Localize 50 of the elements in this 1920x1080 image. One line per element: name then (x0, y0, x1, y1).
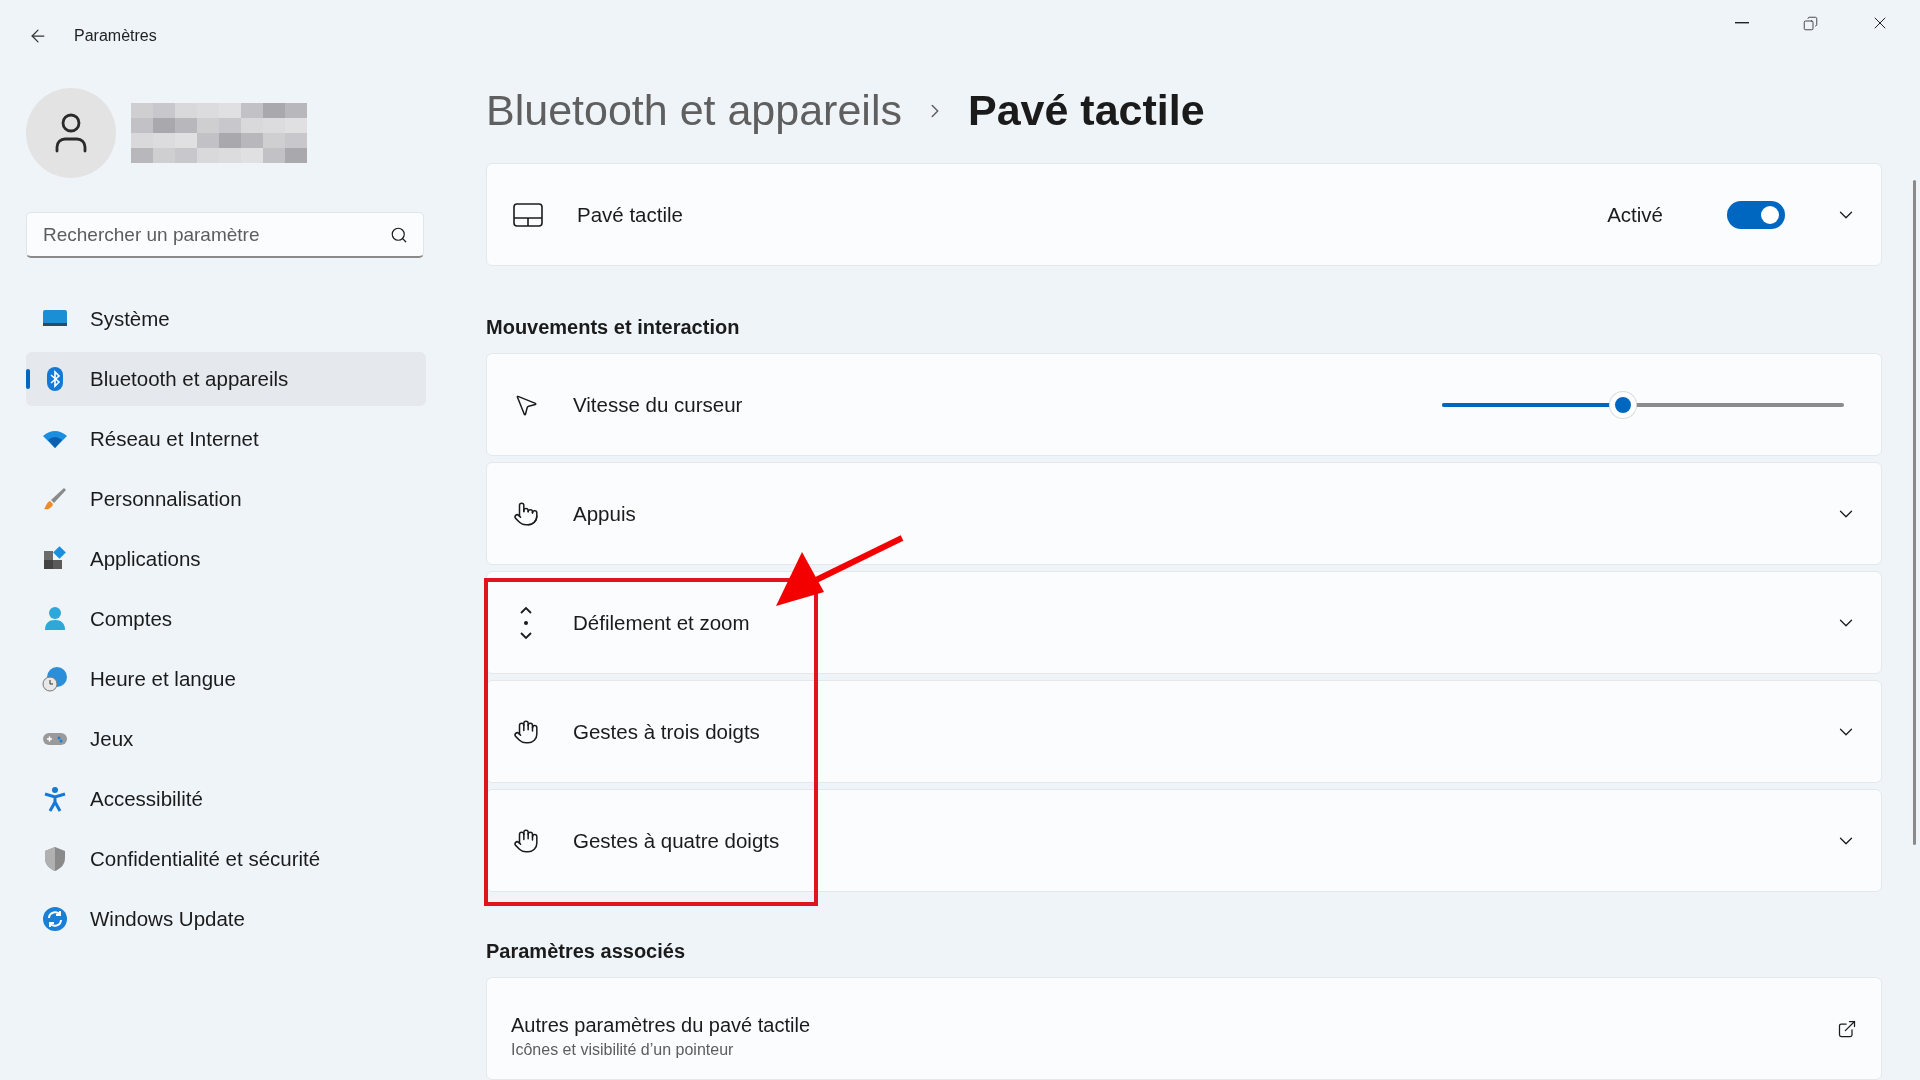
restore-icon (1803, 15, 1818, 31)
sidebar-item[interactable]: Comptes (26, 592, 426, 646)
sidebar-item[interactable]: Système (26, 292, 426, 346)
touchpad-icon (513, 202, 543, 227)
sidebar-item[interactable]: Jeux (26, 712, 426, 766)
sidebar-item[interactable]: Applications (26, 532, 426, 586)
sidebar-item[interactable]: Bluetooth et appareils (26, 352, 426, 406)
settings-card[interactable]: Défilement et zoom (486, 571, 1882, 674)
shield-icon (42, 846, 68, 872)
setting-label: Gestes à trois doigts (573, 719, 761, 744)
setting-label: Appuis (573, 501, 637, 526)
external-link-icon (1837, 1018, 1857, 1039)
setting-label: Vitesse du curseur (573, 392, 744, 417)
window-title: Paramètres (74, 27, 157, 45)
sidebar-item[interactable]: Accessibilité (26, 772, 426, 826)
setting-label: Défilement et zoom (573, 610, 751, 635)
sidebar-item[interactable]: Windows Update (26, 892, 426, 946)
page-title: Pavé tactile (967, 86, 1205, 135)
settings-card[interactable]: Appuis (486, 462, 1882, 565)
link-description: Icônes et visibilité d’un pointeur (511, 1041, 735, 1059)
settings-card[interactable]: Gestes à trois doigts (486, 680, 1882, 783)
tap-hand-icon (513, 500, 539, 527)
hand-icon (513, 827, 539, 854)
paintbrush-icon (42, 486, 68, 512)
person-icon (42, 606, 68, 632)
setting-label: Gestes à quatre doigts (573, 828, 781, 853)
sidebar-item[interactable]: Heure et langue (26, 652, 426, 706)
status-text: Activé (1607, 202, 1663, 227)
apps-icon (42, 546, 68, 572)
search-field[interactable]: Rechercher un paramètre (26, 212, 424, 258)
sidebar-item[interactable]: Personnalisation (26, 472, 426, 526)
link-title: Autres paramètres du pavé tactile (511, 1014, 812, 1037)
minimize-icon (1734, 22, 1749, 24)
settings-card[interactable]: Pavé tactile Activé (486, 163, 1882, 266)
toggle-switch[interactable] (1727, 200, 1785, 229)
section-heading: Paramètres associés (486, 940, 687, 963)
sidebar-item[interactable]: Réseau et Internet (26, 412, 426, 466)
globe-clock-icon (42, 666, 68, 692)
section-heading: Mouvements et interaction (486, 316, 741, 339)
sidebar-item[interactable]: Confidentialité et sécurité (26, 832, 426, 886)
settings-card[interactable]: Autres paramètres du pavé tactile Icônes et visibilité d’un pointeur (486, 977, 1882, 1080)
settings-card[interactable]: Gestes à quatre doigts (486, 789, 1882, 892)
search-icon (390, 226, 408, 244)
breadcrumb-link[interactable]: Bluetooth et appareils (486, 86, 902, 135)
hand-icon (513, 718, 539, 745)
update-icon (42, 906, 68, 932)
accessibility-icon (42, 786, 68, 812)
setting-label: Pavé tactile (577, 202, 684, 227)
scrollbar[interactable] (1913, 180, 1916, 845)
slider-thumb[interactable] (1609, 391, 1636, 418)
